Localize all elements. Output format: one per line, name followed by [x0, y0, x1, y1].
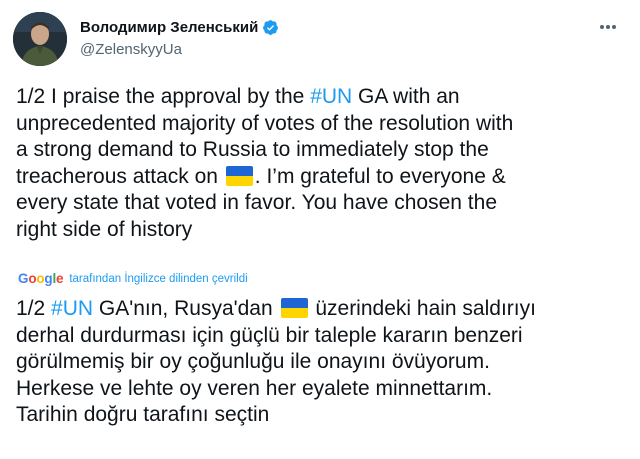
- profile-photo-icon: [13, 12, 67, 66]
- translated-line: 1/2 #UN GA'nın, Rusya'dan üzerindeki hai…: [16, 297, 536, 320]
- tweet-line: a strong demand to Russia to immediately…: [16, 138, 489, 162]
- more-options-icon[interactable]: [593, 16, 623, 38]
- tweet-text: 1/2 I praise the approval by the #UN GA …: [16, 84, 626, 244]
- tweet-line: 1/2 I praise the approval by the #UN GA …: [16, 85, 460, 108]
- tweet-header: Володимир Зеленський @ZelenskyyUa: [13, 10, 627, 66]
- hashtag-link[interactable]: #UN: [310, 85, 352, 108]
- ukraine-flag-icon: [225, 165, 253, 186]
- hashtag-link[interactable]: #UN: [51, 297, 93, 320]
- translated-line: görülmemiş bir oy çoğunluğu ile onayını …: [16, 350, 490, 374]
- translated-line: derhal durdurması için güçlü bir taleple…: [16, 323, 523, 347]
- avatar[interactable]: [13, 12, 67, 66]
- translated-line: Tarihin doğru tarafını seçtin: [16, 403, 270, 427]
- author-name[interactable]: Володимир Зеленський: [80, 19, 258, 36]
- tweet-line: unprecedented majority of votes of the r…: [16, 111, 514, 135]
- google-logo: Google: [18, 271, 64, 286]
- ukraine-flag-icon: [280, 298, 308, 318]
- author-handle[interactable]: @ZelenskyyUa: [80, 41, 182, 58]
- tweet-line: right side of history: [16, 217, 193, 241]
- translation-note[interactable]: tarafından İngilizce dilinden çevrildi: [69, 273, 247, 285]
- translated-text: 1/2 #UN GA'nın, Rusya'dan üzerindeki hai…: [16, 296, 626, 429]
- tweet-line: every state that voted in favor. You hav…: [16, 191, 498, 215]
- tweet-line: treacherous attack on . I’m grateful to …: [16, 164, 506, 188]
- translated-line: Herkese ve lehte oy veren her eyalete mi…: [16, 376, 493, 400]
- verified-badge-icon: [263, 20, 279, 35]
- translation-attribution[interactable]: Google tarafından İngilizce dilinden çev…: [18, 271, 248, 286]
